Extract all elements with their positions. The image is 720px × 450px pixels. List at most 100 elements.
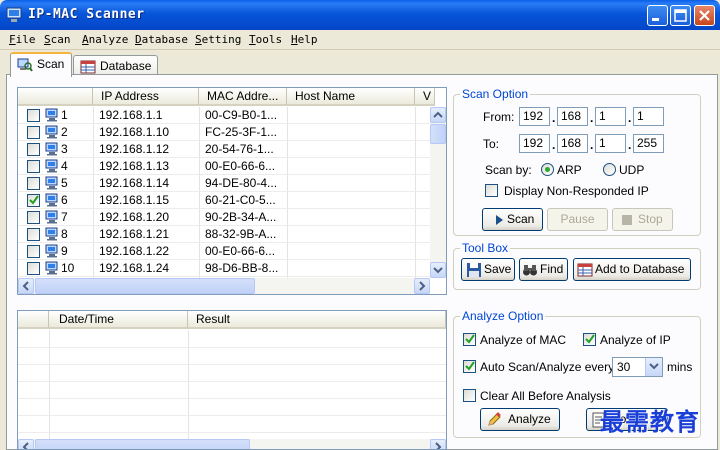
to-octet-3[interactable]: 1 xyxy=(595,134,626,153)
non-responded-label[interactable]: Display Non-Responded IP xyxy=(504,184,649,198)
row-checkbox[interactable] xyxy=(27,160,40,173)
scroll-left-button[interactable] xyxy=(18,278,34,294)
table-row[interactable]: 10 192.168.1.24 98-D6-BB-8... xyxy=(18,260,446,277)
stop-button[interactable]: Stop xyxy=(612,208,673,231)
ip-address-cell: 192.168.1.20 xyxy=(99,210,170,224)
from-octet-1[interactable]: 192 xyxy=(519,107,550,126)
clear-before-label[interactable]: Clear All Before Analysis xyxy=(480,389,611,403)
table-row[interactable]: 6 192.168.1.15 60-21-C0-5... xyxy=(18,192,446,209)
from-octet-3[interactable]: 1 xyxy=(595,107,626,126)
ip-address-cell: 192.168.1.21 xyxy=(99,227,170,241)
menu-scan[interactable]: Scan xyxy=(44,33,71,46)
arp-label[interactable]: ARP xyxy=(557,163,582,177)
auto-scan-checkbox[interactable] xyxy=(463,360,476,373)
scan-button[interactable]: Scan xyxy=(482,208,543,231)
add-to-database-button[interactable]: Add to Database xyxy=(573,258,691,281)
column-header-check[interactable] xyxy=(18,88,93,106)
row-checkbox[interactable] xyxy=(27,194,40,207)
auto-scan-label[interactable]: Auto Scan/Analyze every xyxy=(480,360,614,374)
minimize-button[interactable] xyxy=(647,5,668,26)
analyze-mac-checkbox[interactable] xyxy=(463,333,476,346)
row-checkbox[interactable] xyxy=(27,228,40,241)
table-row[interactable]: 7 192.168.1.20 90-2B-34-A... xyxy=(18,209,446,226)
row-checkbox[interactable] xyxy=(27,109,40,122)
row-checkbox[interactable] xyxy=(27,211,40,224)
scroll-thumb[interactable] xyxy=(35,278,255,294)
ip-address-cell: 192.168.1.1 xyxy=(99,108,163,122)
menu-analyze[interactable]: Analyze xyxy=(82,33,128,46)
chevron-down-icon xyxy=(433,267,443,274)
table-row[interactable]: 1 192.168.1.1 00-C9-B0-1... xyxy=(18,107,446,124)
horizontal-scrollbar[interactable] xyxy=(18,439,446,449)
column-header-datetime[interactable]: Date/Time xyxy=(49,311,188,329)
menu-setting[interactable]: Setting xyxy=(195,33,241,46)
maximize-button[interactable] xyxy=(670,5,691,26)
to-octet-4[interactable]: 255 xyxy=(633,134,664,153)
scroll-thumb[interactable] xyxy=(35,439,250,449)
vertical-scrollbar[interactable] xyxy=(430,107,446,278)
non-responded-checkbox[interactable] xyxy=(485,184,498,197)
ip-address-cell: 192.168.1.13 xyxy=(99,159,170,173)
menu-help[interactable]: Help xyxy=(291,33,318,46)
tool-box-title: Tool Box xyxy=(460,241,511,255)
pause-button[interactable]: Pause xyxy=(547,208,608,231)
menu-database[interactable]: Database xyxy=(135,33,188,46)
mac-address-cell: FC-25-3F-1... xyxy=(205,125,278,139)
table-row[interactable]: 9 192.168.1.22 00-E0-66-6... xyxy=(18,243,446,260)
close-button[interactable] xyxy=(694,5,715,26)
chevron-left-icon xyxy=(22,442,29,449)
udp-label[interactable]: UDP xyxy=(619,163,644,177)
close-icon xyxy=(699,10,710,21)
analysis-results-list[interactable]: Date/Time Result xyxy=(17,310,447,450)
row-checkbox[interactable] xyxy=(27,143,40,156)
row-number: 7 xyxy=(61,210,68,224)
scroll-right-button[interactable] xyxy=(414,278,430,294)
column-header-result[interactable]: Result xyxy=(188,311,446,329)
analyze-mac-label[interactable]: Analyze of MAC xyxy=(480,333,566,347)
scroll-right-button[interactable] xyxy=(430,439,446,449)
mac-address-cell: 60-21-C0-5... xyxy=(205,193,276,207)
row-number: 10 xyxy=(61,261,75,275)
scroll-down-button[interactable] xyxy=(430,262,446,278)
ip-dot: . xyxy=(590,111,594,125)
scroll-thumb[interactable] xyxy=(430,124,446,144)
column-header-mac[interactable]: MAC Addre... xyxy=(199,88,287,106)
column-header-host[interactable]: Host Name xyxy=(287,88,415,106)
table-row[interactable]: 2 192.168.1.10 FC-25-3F-1... xyxy=(18,124,446,141)
analyze-ip-checkbox[interactable] xyxy=(583,333,596,346)
table-row[interactable]: 4 192.168.1.13 00-E0-66-6... xyxy=(18,158,446,175)
column-header-vendor[interactable]: V xyxy=(415,88,435,106)
interval-select[interactable]: 30 xyxy=(612,357,663,377)
scan-results-list[interactable]: IP Address MAC Addre... Host Name V 1 192… xyxy=(17,87,447,295)
row-checkbox[interactable] xyxy=(27,245,40,258)
save-button[interactable]: Save xyxy=(461,258,515,281)
grid-line xyxy=(18,398,446,399)
column-header-blank[interactable] xyxy=(18,311,49,329)
menu-file[interactable]: File xyxy=(9,33,36,46)
find-button[interactable]: Find xyxy=(519,258,568,281)
row-checkbox[interactable] xyxy=(27,126,40,139)
grid-line xyxy=(18,432,446,433)
horizontal-scrollbar[interactable] xyxy=(18,278,430,294)
title-bar[interactable]: IP-MAC Scanner xyxy=(0,0,720,30)
arp-radio[interactable] xyxy=(541,163,554,176)
from-octet-2[interactable]: 168 xyxy=(557,107,588,126)
row-checkbox[interactable] xyxy=(27,177,40,190)
from-octet-4[interactable]: 1 xyxy=(633,107,664,126)
to-octet-2[interactable]: 168 xyxy=(557,134,588,153)
tab-scan[interactable]: Scan xyxy=(10,52,72,77)
udp-radio[interactable] xyxy=(603,163,616,176)
analyze-button[interactable]: Analyze xyxy=(480,408,560,431)
table-row[interactable]: 5 192.168.1.14 94-DE-80-4... xyxy=(18,175,446,192)
scroll-left-button[interactable] xyxy=(18,439,34,449)
dropdown-button[interactable] xyxy=(645,358,662,376)
table-row[interactable]: 8 192.168.1.21 88-32-9B-A... xyxy=(18,226,446,243)
row-checkbox[interactable] xyxy=(27,262,40,275)
analyze-ip-label[interactable]: Analyze of IP xyxy=(600,333,671,347)
clear-before-checkbox[interactable] xyxy=(463,389,476,402)
table-row[interactable]: 3 192.168.1.12 20-54-76-1... xyxy=(18,141,446,158)
column-header-ip[interactable]: IP Address xyxy=(93,88,199,106)
to-octet-1[interactable]: 192 xyxy=(519,134,550,153)
menu-tools[interactable]: Tools xyxy=(249,33,282,46)
scroll-up-button[interactable] xyxy=(430,107,446,123)
